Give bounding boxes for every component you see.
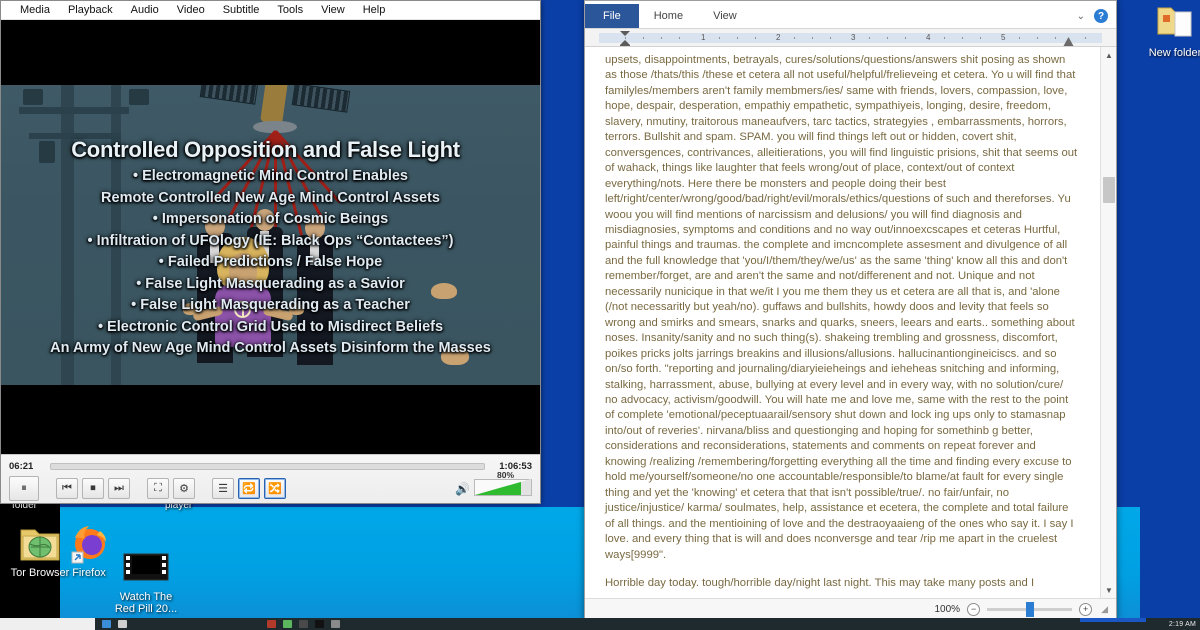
scroll-up-arrow-icon[interactable]: ▲: [1101, 47, 1116, 63]
desktop-icon-new-folder[interactable]: New folder: [1140, 2, 1200, 59]
slide-bullet: An Army of New Age Mind Control Assets D…: [50, 340, 491, 356]
slide-bullet: • Impersonation of Cosmic Beings: [152, 211, 389, 227]
slide-title: Controlled Opposition and False Light: [71, 137, 460, 162]
tab-home[interactable]: Home: [639, 4, 698, 28]
volume-slider[interactable]: [474, 479, 532, 496]
slide-bullet: • False Light Masquerading as a Teacher: [131, 297, 410, 313]
ruler-number: 5: [1001, 33, 1006, 42]
play-pause-button[interactable]: ⏸: [9, 476, 39, 501]
taskbar[interactable]: 2:19 AM: [0, 618, 1200, 630]
playlist-button[interactable]: ☰: [212, 478, 234, 499]
satellite-solar-panel: [199, 85, 259, 105]
street-lamp: [129, 89, 149, 105]
volume-control[interactable]: 🔊 80%: [455, 470, 532, 498]
extended-settings-button[interactable]: ⚙: [173, 478, 195, 499]
folder-icon: [1140, 2, 1200, 44]
fullscreen-button[interactable]: ⛶: [147, 478, 169, 499]
tab-file[interactable]: File: [585, 4, 639, 28]
ruler-number: 1: [701, 33, 706, 42]
ribbon-right-controls[interactable]: ⌄ ?: [1077, 9, 1108, 23]
taskbar-app-icon[interactable]: [118, 620, 127, 628]
document-scrollbar[interactable]: ▲ ▼: [1100, 47, 1116, 598]
zoom-out-button[interactable]: −: [967, 603, 981, 616]
video-slide-artwork: Controlled Opposition and False Light • …: [1, 85, 540, 385]
document-paragraph: Horrible day today. tough/horrible day/n…: [605, 576, 1035, 589]
next-button[interactable]: ⏭: [108, 478, 130, 499]
desktop-icon-label: Firefox: [72, 567, 106, 579]
word-document-window[interactable]: File Home View ⌄ ? 1 2 3 4 5 upsets, dis…: [584, 0, 1117, 621]
ruler-number: 3: [851, 33, 856, 42]
vlc-media-player-window[interactable]: Media Playback Audio Video Subtitle Tool…: [0, 0, 541, 504]
slide-bullet: • False Light Masquerading as a Savior: [136, 275, 405, 292]
desktop-icon-label: Watch The Red Pill 20...: [114, 591, 178, 615]
volume-slider-fill: [475, 478, 521, 495]
zoom-level-label: 100%: [934, 604, 961, 615]
satellite-solar-panel: [291, 85, 351, 113]
taskbar-app-icon[interactable]: [331, 620, 340, 628]
satellite-body: [260, 85, 288, 125]
vlc-menu-bar[interactable]: Media Playback Audio Video Subtitle Tool…: [1, 1, 540, 20]
taskbar-highlight: [1080, 618, 1146, 622]
word-ruler[interactable]: 1 2 3 4 5: [585, 29, 1116, 47]
menu-view[interactable]: View: [312, 2, 354, 18]
word-tabs[interactable]: File Home View: [585, 1, 752, 28]
previous-button[interactable]: ⏮: [56, 478, 78, 499]
menu-tools[interactable]: Tools: [268, 2, 312, 18]
vlc-control-bar[interactable]: 06:21 1:06:53 ⏸ ⏮ ⏹ ⏭ ⛶ ⚙ ☰ 🔁 🔀 🔊 80%: [1, 454, 540, 503]
vlc-video-surface[interactable]: Controlled Opposition and False Light • …: [1, 20, 540, 455]
desktop-icon-watch-red-pill[interactable]: Watch The Red Pill 20...: [108, 522, 184, 615]
scrollbar-thumb[interactable]: [1103, 177, 1115, 203]
menu-audio[interactable]: Audio: [122, 2, 168, 18]
chevron-down-icon[interactable]: ⌄: [1077, 11, 1085, 22]
vlc-button-row[interactable]: ⏸ ⏮ ⏹ ⏭ ⛶ ⚙ ☰ 🔁 🔀 🔊 80%: [1, 470, 540, 502]
stop-button[interactable]: ⏹: [82, 478, 104, 499]
taskbar-start-area[interactable]: [0, 618, 95, 630]
scroll-down-arrow-icon[interactable]: ▼: [1101, 582, 1116, 598]
zoom-slider-knob[interactable]: [1026, 602, 1035, 617]
street-lamp: [23, 89, 43, 105]
shuffle-button[interactable]: 🔀: [264, 478, 286, 499]
resize-grip-icon[interactable]: ◢: [1101, 604, 1108, 615]
taskbar-app-icon[interactable]: [267, 620, 276, 628]
slide-bullet-list: • Electromagnetic Mind Control Enables R…: [1, 166, 540, 360]
taskbar-clock[interactable]: 2:19 AM: [1169, 621, 1196, 628]
film-strip-icon: [108, 534, 184, 581]
ruler-number: 4: [926, 33, 931, 42]
desktop-icon-label: New folder: [1148, 47, 1200, 59]
zoom-in-button[interactable]: +: [1079, 603, 1093, 616]
menu-media[interactable]: Media: [11, 2, 59, 18]
menu-playback[interactable]: Playback: [59, 2, 122, 18]
slide-bullet: • Electromagnetic Mind Control Enables: [133, 168, 408, 184]
menu-video[interactable]: Video: [168, 2, 214, 18]
document-text[interactable]: upsets, disappointments, betrayals, cure…: [585, 47, 1100, 598]
menu-subtitle[interactable]: Subtitle: [214, 2, 269, 18]
help-icon[interactable]: ?: [1094, 9, 1108, 23]
pole-crossbar: [19, 107, 129, 114]
zoom-slider[interactable]: [987, 602, 1073, 617]
word-ribbon-tab-bar[interactable]: File Home View ⌄ ?: [585, 1, 1116, 29]
indent-marker-right[interactable]: [1063, 37, 1074, 46]
taskbar-app-icon[interactable]: [299, 620, 308, 628]
word-document-area[interactable]: upsets, disappointments, betrayals, cure…: [585, 47, 1116, 598]
slide-bullet: Remote Controlled New Age Mind Control A…: [101, 189, 440, 206]
ruler-number: 2: [776, 33, 781, 42]
indent-marker-left[interactable]: [619, 30, 631, 47]
taskbar-app-icon[interactable]: [315, 620, 324, 628]
speaker-icon[interactable]: 🔊: [455, 482, 470, 496]
slide-text-block: Controlled Opposition and False Light • …: [1, 137, 540, 360]
seek-bar[interactable]: [50, 463, 485, 470]
loop-button[interactable]: 🔁: [238, 478, 260, 499]
tab-view[interactable]: View: [698, 4, 752, 28]
taskbar-app-icon[interactable]: [102, 620, 111, 628]
slide-bullet: • Failed Predictions / False Hope: [158, 254, 383, 270]
menu-help[interactable]: Help: [354, 2, 395, 18]
elapsed-time: 06:21: [9, 461, 34, 472]
document-paragraph: upsets, disappointments, betrayals, cure…: [605, 54, 1078, 561]
slide-bullet: • Infiltration of UFOlogy (IE: Black Ops…: [87, 232, 454, 249]
taskbar-app-icon[interactable]: [283, 620, 292, 628]
word-status-bar[interactable]: 100% − + ◢: [585, 598, 1116, 620]
vlc-seek-row[interactable]: 06:21 1:06:53: [1, 455, 540, 475]
slide-bullet: • Electronic Control Grid Used to Misdir…: [97, 318, 444, 335]
